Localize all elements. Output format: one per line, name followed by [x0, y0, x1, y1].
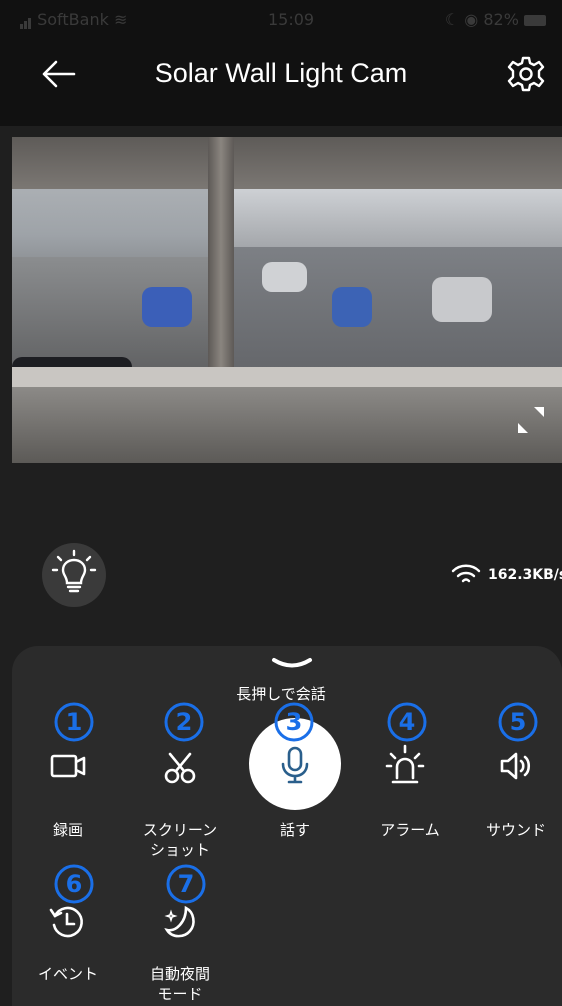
bitrate-readout: 162.3KB/s: [488, 567, 562, 583]
screenshot-button[interactable]: [150, 736, 210, 796]
header: Solar Wall Light Cam: [0, 36, 562, 126]
gear-icon: [507, 56, 545, 92]
video-camera-icon: [50, 754, 86, 778]
collapse-panel-button[interactable]: [270, 656, 314, 670]
chevron-down-icon: [272, 658, 312, 668]
events-label: イベント: [37, 965, 98, 983]
signal-icon: [20, 10, 32, 29]
wifi-status-icon: ≋: [113, 10, 128, 29]
fullscreen-button[interactable]: [514, 403, 548, 437]
svg-text:4: 4: [399, 708, 416, 736]
record-button[interactable]: [38, 736, 98, 796]
alarm-label: アラーム: [380, 821, 440, 839]
svg-text:3: 3: [286, 708, 303, 736]
night-mode-button[interactable]: [150, 892, 210, 952]
sound-button[interactable]: [486, 736, 546, 796]
fullscreen-icon: [518, 407, 544, 433]
wifi-icon: [450, 562, 482, 586]
camera-feed[interactable]: [12, 137, 562, 463]
history-icon: [49, 906, 83, 938]
scissors-icon: [164, 752, 196, 784]
alarm-light-icon: [385, 744, 425, 784]
night-moon-icon: [164, 905, 195, 938]
talk-label: 話す: [279, 821, 310, 839]
sound-label: サウンド: [485, 821, 546, 839]
svg-text:2: 2: [176, 708, 193, 736]
lock-rotation-icon: ◉: [464, 10, 479, 29]
alarm-button[interactable]: [375, 734, 435, 794]
battery-icon: [524, 15, 546, 26]
carrier: SoftBank ≋: [20, 10, 127, 29]
status-right: ☾ ◉ 82%: [445, 10, 546, 29]
record-label: 録画: [52, 821, 83, 839]
speaker-icon: [500, 752, 531, 780]
battery-percent: 82%: [483, 10, 519, 29]
light-toggle-button[interactable]: [42, 543, 106, 607]
page-title: Solar Wall Light Cam: [154, 58, 408, 88]
night-mode-label: 自動夜間 モード: [149, 965, 210, 1003]
events-button[interactable]: [38, 892, 98, 952]
screenshot-label: スクリーン ショット: [142, 821, 218, 859]
microphone-icon: [281, 746, 309, 784]
microphone-button: [265, 734, 325, 794]
moon-status-icon: ☾: [444, 10, 460, 29]
status-time: 15:09: [268, 10, 315, 29]
svg-text:5: 5: [510, 708, 527, 736]
settings-button[interactable]: [506, 54, 546, 94]
lightbulb-icon: [51, 549, 97, 593]
svg-text:1: 1: [66, 708, 83, 736]
status-bar: SoftBank ≋ 15:09 ☾ ◉ 82%: [0, 0, 562, 36]
